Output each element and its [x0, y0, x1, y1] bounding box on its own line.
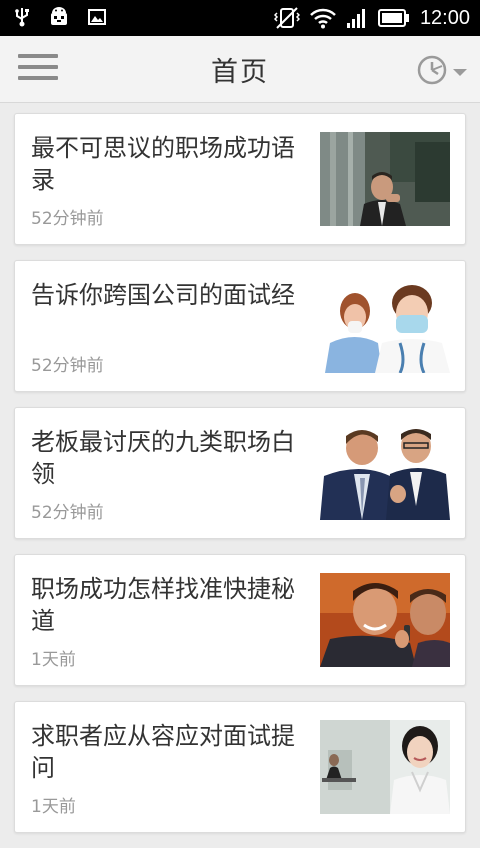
wifi-icon: [310, 7, 336, 29]
article-title: 职场成功怎样找准快捷秘道: [31, 575, 295, 635]
signal-icon: [346, 7, 368, 29]
clock-time: 12:00: [419, 7, 470, 29]
article-time: 1天前: [31, 650, 76, 670]
image-icon: [88, 9, 106, 25]
clock-icon: [416, 54, 448, 90]
article-feed: 最不可思议的职场成功语录 52分钟前 告诉你跨国公司的面试经 52分钟前 老板最…: [14, 113, 466, 848]
article-thumbnail: [320, 573, 450, 667]
article-card[interactable]: 职场成功怎样找准快捷秘道 1天前: [14, 554, 466, 686]
article-time: 52分钟前: [31, 356, 104, 376]
article-title: 最不可思议的职场成功语录: [31, 134, 295, 194]
article-card[interactable]: 老板最讨厌的九类职场白领 52分钟前: [14, 407, 466, 539]
android-debug-icon: [48, 7, 70, 27]
article-thumbnail: [320, 132, 450, 226]
vibrate-off-icon: [273, 6, 300, 30]
history-dropdown-button[interactable]: [416, 54, 468, 90]
usb-icon: [14, 7, 30, 27]
article-thumbnail: [320, 279, 450, 373]
article-card[interactable]: 告诉你跨国公司的面试经 52分钟前: [14, 260, 466, 392]
article-card[interactable]: 求职者应从容应对面试提问 1天前: [14, 701, 466, 833]
article-card[interactable]: 最不可思议的职场成功语录 52分钟前: [14, 113, 466, 245]
app-bar: 首页: [0, 36, 480, 103]
article-title: 求职者应从容应对面试提问: [31, 722, 295, 782]
article-time: 52分钟前: [31, 209, 104, 229]
article-thumbnail: [320, 426, 450, 520]
status-bar: 12:00: [0, 0, 480, 36]
article-title: 老板最讨厌的九类职场白领: [31, 428, 295, 488]
page-title: 首页: [211, 57, 269, 88]
battery-icon: [377, 9, 410, 27]
article-time: 1天前: [31, 797, 76, 817]
article-title: 告诉你跨国公司的面试经: [31, 281, 295, 309]
article-time: 52分钟前: [31, 503, 104, 523]
dropdown-arrow-icon: [452, 63, 468, 82]
